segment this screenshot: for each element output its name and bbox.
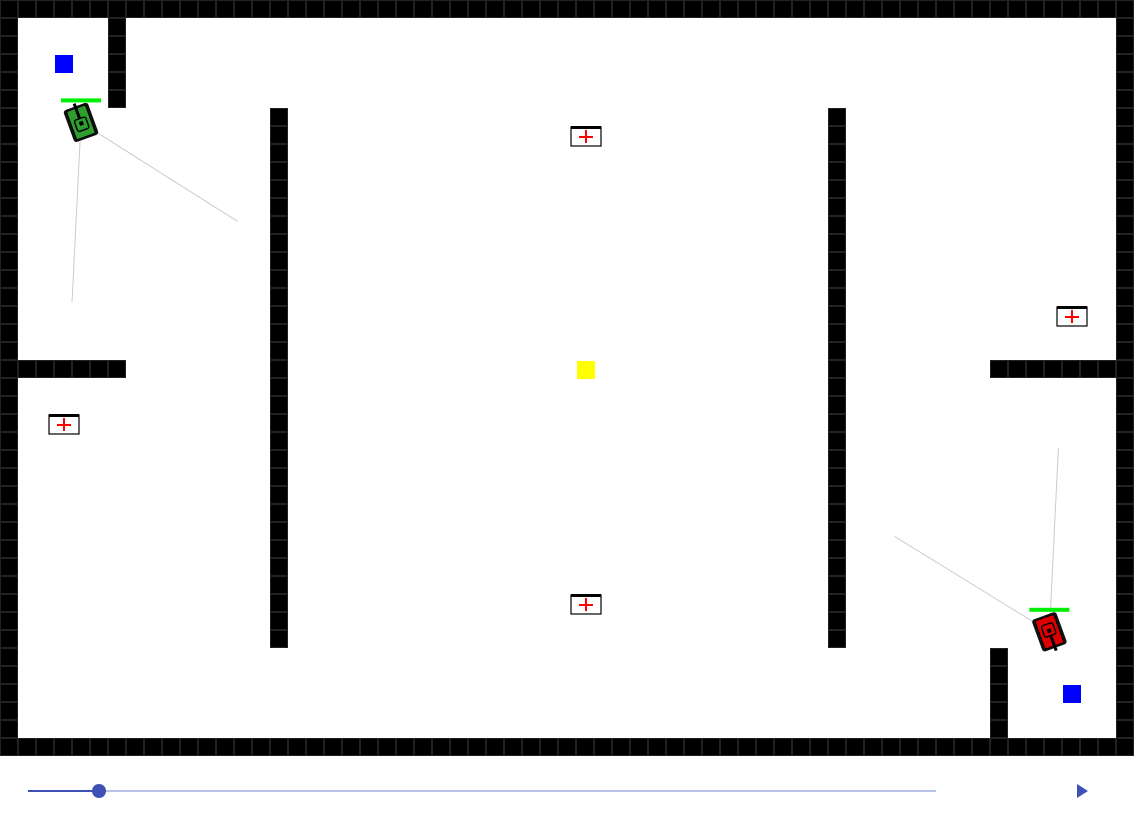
medkit-top-center xyxy=(570,126,602,147)
arena-floor xyxy=(0,0,1134,762)
wall-segment xyxy=(108,18,126,108)
timeline-progress-fill xyxy=(28,790,99,792)
green-tank-health-bar xyxy=(61,98,101,103)
game-arena xyxy=(0,0,1134,762)
wall-segment xyxy=(990,648,1008,738)
timeline-slider[interactable] xyxy=(28,790,936,792)
wall-segment xyxy=(270,108,288,648)
playback-controls xyxy=(0,762,1134,815)
wall-segment xyxy=(828,108,846,648)
wall-segment xyxy=(990,360,1116,378)
play-icon[interactable] xyxy=(1077,784,1088,798)
medkit-right xyxy=(1056,306,1088,327)
wall-segment xyxy=(0,738,1134,756)
wall-segment xyxy=(18,360,126,378)
wall-segment xyxy=(0,0,1134,18)
wall-segment xyxy=(0,0,18,756)
medkit-left xyxy=(48,414,80,435)
wall-segment xyxy=(1116,0,1134,756)
blue-flag-red-base xyxy=(1063,685,1081,703)
medkit-bottom-center xyxy=(570,594,602,615)
timeline-slider-thumb[interactable] xyxy=(91,784,106,798)
red-tank-health-bar xyxy=(1029,607,1070,612)
yellow-neutral-flag xyxy=(577,361,595,379)
blue-flag-green-base xyxy=(55,55,73,73)
